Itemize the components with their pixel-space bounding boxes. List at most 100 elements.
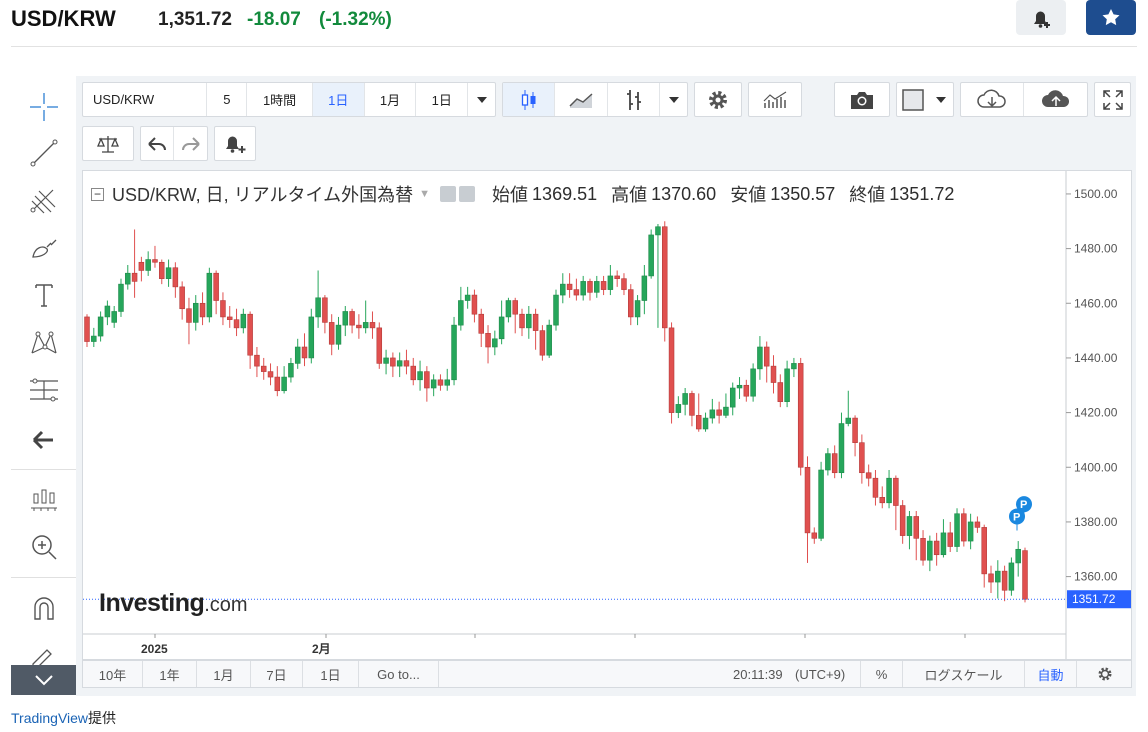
interval-1h[interactable]: 1時間 (247, 83, 313, 116)
fib-retracement-tool[interactable] (27, 373, 61, 407)
y-tick-label: 1400.00 (1074, 460, 1118, 474)
color-swatch-button[interactable] (897, 83, 928, 116)
candle-body (634, 300, 641, 318)
gear-icon (709, 90, 727, 109)
candle-body (655, 226, 661, 236)
page: USD/KRW 1,351.72 -18.07 (-1.32%) USD/KRW… (0, 0, 1148, 732)
candle-body (138, 261, 145, 271)
load-chart-button[interactable] (961, 83, 1024, 116)
settings-small-icon[interactable] (459, 186, 476, 202)
pattern-tool[interactable] (27, 326, 61, 360)
candle-body (743, 384, 750, 397)
candle-body (362, 322, 369, 329)
brush-tool[interactable] (27, 231, 61, 265)
chart-legend: − USD/KRW, 日, リアルタイム外国為替 ▼ 始値 1369.51 高値 1… (91, 181, 954, 207)
candles-style-button[interactable] (503, 83, 556, 116)
interval-dropdown-value[interactable]: 1日 (416, 83, 469, 116)
range-10y[interactable]: 10年 (83, 661, 143, 687)
chart-settings-button[interactable] (695, 83, 741, 116)
range-1d[interactable]: 1日 (303, 661, 359, 687)
create-alert-button[interactable] (1016, 0, 1066, 35)
toolbar-divider (11, 577, 76, 578)
candle-body (369, 322, 376, 329)
candle-body (913, 516, 919, 539)
instrument-symbol: USD/KRW (11, 6, 116, 31)
back-tool[interactable] (27, 423, 61, 457)
zoom-in-icon (32, 535, 57, 560)
interval-5[interactable]: 5 (207, 83, 248, 116)
undo-button[interactable] (141, 127, 174, 160)
candle-body (247, 313, 253, 356)
candle-body (947, 532, 953, 547)
candle-body (458, 300, 464, 326)
crosshair-tool[interactable] (27, 90, 61, 124)
candle-body (641, 275, 648, 301)
auto-scale-toggle[interactable]: 自動 (1025, 661, 1077, 687)
candle-body (893, 477, 899, 506)
text-tool[interactable] (27, 278, 61, 312)
compare-button[interactable] (83, 127, 133, 160)
symbol-search-input[interactable]: USD/KRW (83, 83, 208, 116)
area-style-button[interactable] (555, 83, 608, 116)
low-value: 1350.57 (770, 183, 836, 204)
star-icon (1102, 9, 1120, 26)
x-tick-label: 2月 (312, 642, 331, 656)
y-tick-label: 1500.00 (1074, 187, 1118, 201)
scale-settings-button[interactable] (1085, 661, 1125, 687)
interval-1d[interactable]: 1日 (312, 83, 365, 116)
candle-body (981, 527, 987, 575)
interval-dropdown-button[interactable] (468, 83, 495, 116)
candle-body (478, 313, 484, 334)
legend-caret-icon[interactable]: ▼ (419, 188, 430, 200)
color-dropdown[interactable] (928, 83, 953, 116)
candle-body (852, 417, 858, 443)
pitchfork-icon (30, 189, 56, 214)
chart-alert-button[interactable] (215, 127, 255, 160)
long-position-tool[interactable] (27, 482, 61, 516)
range-1m[interactable]: 1月 (197, 661, 251, 687)
collapse-legend-icon[interactable]: − (91, 187, 104, 201)
range-7d[interactable]: 7日 (251, 661, 303, 687)
zoom-tool[interactable] (27, 530, 61, 564)
goto-date-button[interactable]: Go to... (359, 661, 439, 687)
candle-body (206, 272, 213, 318)
snapshot-button[interactable] (835, 83, 889, 116)
range-1y[interactable]: 1年 (143, 661, 197, 687)
candle-body (539, 330, 546, 356)
candle-body (723, 406, 729, 416)
pitchfork-tool[interactable] (27, 184, 61, 218)
candle-body (471, 294, 478, 315)
chart-style-dropdown[interactable] (660, 83, 687, 116)
indicators-group (748, 82, 802, 117)
logo-suffix: .com (204, 594, 248, 616)
candle-body (396, 360, 403, 367)
y-tick-label: 1420.00 (1074, 406, 1118, 420)
candle-body (254, 354, 260, 367)
trend-line-tool[interactable] (27, 136, 61, 170)
timezone-button[interactable]: (UTC+9) (795, 661, 861, 687)
candle-body (954, 513, 960, 547)
indicators-button[interactable] (749, 83, 801, 116)
candle-body (390, 357, 396, 367)
redo-button[interactable] (174, 127, 207, 160)
fullscreen-button[interactable] (1095, 83, 1130, 116)
candle-body (933, 540, 940, 556)
visibility-icon[interactable] (440, 186, 457, 202)
candle-body (865, 472, 872, 479)
add-to-watchlist-button[interactable] (1086, 0, 1136, 35)
candle-body (1015, 548, 1021, 564)
log-scale-toggle[interactable]: ログスケール (903, 661, 1025, 687)
candle-body (573, 289, 580, 296)
low-label: 安値 (730, 185, 767, 205)
chart-pane[interactable]: 1360.00 1380.00 1400.00 1420.00 1440.00 1460.… (82, 170, 1132, 660)
percent-scale-toggle[interactable]: % (861, 661, 903, 687)
candle-body (505, 300, 512, 318)
magnet-tool[interactable] (27, 591, 61, 625)
bars-style-button[interactable] (608, 83, 661, 116)
candle-body (607, 275, 614, 290)
tradingview-link[interactable]: TradingView (11, 710, 88, 726)
text-icon (35, 284, 53, 307)
interval-1m[interactable]: 1月 (365, 83, 417, 116)
collapse-toolbar-button[interactable] (11, 665, 76, 695)
save-chart-button[interactable] (1024, 83, 1087, 116)
